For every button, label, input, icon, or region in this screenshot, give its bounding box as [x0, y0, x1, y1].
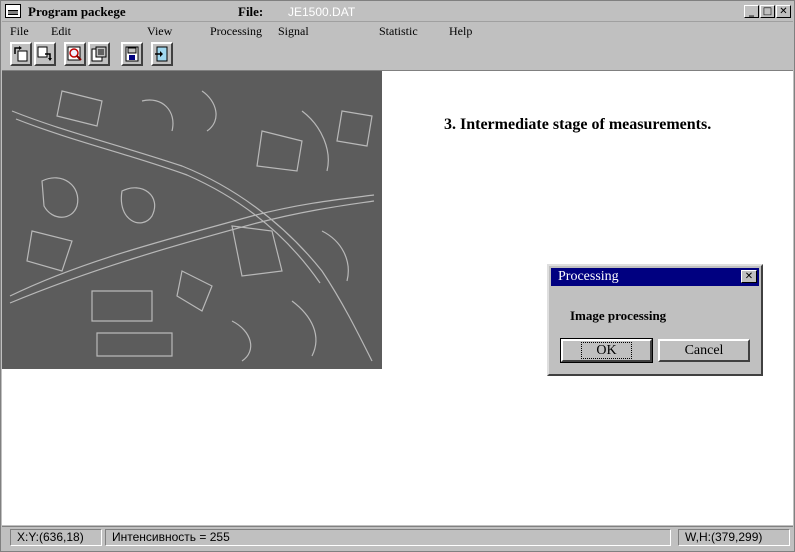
title-bar: Program packege File: JE1500.DAT _ □ ✕ [2, 2, 793, 22]
minimize-button[interactable]: _ [744, 5, 759, 18]
zoom-icon [67, 46, 82, 61]
dialog-message: Image processing [570, 308, 667, 323]
file-label: File: [238, 4, 264, 19]
menu-help[interactable]: Help [449, 24, 472, 39]
report-icon [91, 46, 107, 62]
dialog-close-button[interactable]: ✕ [741, 270, 757, 283]
menu-statistic[interactable]: Statistic [379, 24, 418, 39]
report-button[interactable] [88, 42, 110, 66]
import-button[interactable] [10, 42, 32, 66]
file-name: JE1500.DAT [288, 5, 356, 19]
processed-image[interactable] [2, 71, 382, 369]
menu-file[interactable]: File [10, 24, 29, 39]
export-button[interactable] [34, 42, 56, 66]
toolbar [2, 40, 793, 71]
status-intensity: Интенсивность = 255 [105, 529, 671, 546]
import-icon [14, 46, 28, 62]
export-icon [37, 46, 52, 61]
main-window: Program packege File: JE1500.DAT _ □ ✕ F… [0, 0, 795, 552]
menu-signal[interactable]: Signal [278, 24, 309, 39]
ok-button[interactable]: OK [560, 338, 653, 363]
cancel-button[interactable]: Cancel [658, 339, 750, 362]
stage-heading: 3. Intermediate stage of measurements. [444, 116, 712, 133]
zoom-button[interactable] [64, 42, 86, 66]
close-button[interactable]: ✕ [776, 5, 791, 18]
ok-label: OK [581, 342, 632, 359]
window-title: Program packege [28, 4, 126, 19]
status-wh: W,H:(379,299) [678, 529, 790, 546]
edge-map-image [2, 71, 382, 369]
save-icon [125, 46, 139, 62]
status-bar: X:Y:(636,18) Интенсивность = 255 W,H:(37… [2, 526, 793, 549]
save-button[interactable] [121, 42, 143, 66]
exit-button[interactable] [151, 42, 173, 66]
exit-icon [155, 46, 168, 62]
system-menu-icon[interactable] [5, 4, 21, 18]
dialog-title-bar: Processing ✕ [551, 268, 759, 286]
status-xy: X:Y:(636,18) [10, 529, 102, 546]
menu-edit[interactable]: Edit [51, 24, 71, 39]
processing-dialog: Processing ✕ Image processing OK Cancel [547, 264, 763, 376]
menu-bar: File Edit View Processing Signal Statist… [2, 22, 793, 40]
menu-view[interactable]: View [147, 24, 172, 39]
menu-processing[interactable]: Processing [210, 24, 262, 39]
dialog-title: Processing [558, 269, 619, 284]
maximize-button[interactable]: □ [760, 5, 775, 18]
